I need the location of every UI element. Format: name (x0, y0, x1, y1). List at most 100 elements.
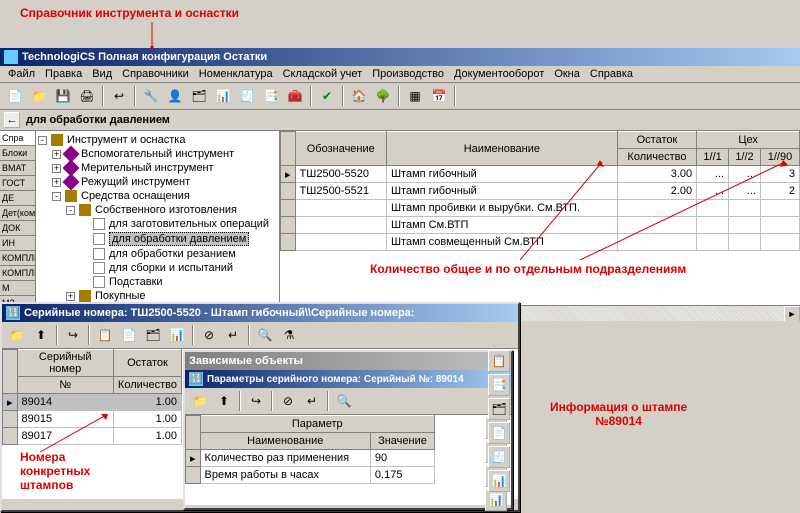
col-param[interactable]: Параметр (200, 416, 434, 433)
col-sqty[interactable]: Количество (113, 377, 181, 394)
tree-item[interactable]: для обработки резанием (38, 247, 277, 261)
menu-windows[interactable]: Окна (554, 68, 580, 80)
menu-nom[interactable]: Номенклатура (199, 68, 273, 80)
side-tab-1[interactable]: Блоки (0, 146, 35, 161)
s-up-icon[interactable]: ⬆ (30, 324, 52, 346)
new-icon[interactable]: 📄 (4, 85, 26, 107)
arrow-qty (520, 160, 790, 260)
tool6-icon[interactable]: 📑 (260, 85, 282, 107)
side-tab-7[interactable]: ИН (0, 236, 35, 251)
tree-item[interactable]: +Покупные (38, 289, 277, 303)
menu-edit[interactable]: Правка (45, 68, 82, 80)
col-sn[interactable]: Серийный номер (17, 350, 113, 377)
menu-file[interactable]: Файл (8, 68, 35, 80)
tree-item[interactable]: для заготовительных операций (38, 217, 277, 231)
col-ceh[interactable]: Цех (697, 132, 800, 149)
tree-icon[interactable]: 🌳 (372, 85, 394, 107)
table-row[interactable]: Время работы в часах0.175 (186, 467, 435, 484)
tree-item[interactable]: Подставки (38, 275, 277, 289)
sv-btn-4-icon[interactable]: 📄 (488, 422, 510, 444)
tree-item-selected[interactable]: для обработки давлением (38, 231, 277, 247)
s-t2-icon[interactable]: 📄 (118, 324, 140, 346)
d-up-icon[interactable]: ⬆ (213, 390, 235, 412)
menu-doc[interactable]: Документооборот (454, 68, 544, 80)
col-ost[interactable]: Остаток (617, 132, 696, 149)
d-apply-icon[interactable]: ↵ (301, 390, 323, 412)
side-tab-6[interactable]: ДОК (0, 221, 35, 236)
menu-help[interactable]: Справка (590, 68, 633, 80)
side-tab-2[interactable]: ВМАТ (0, 161, 35, 176)
sv-btn-5-icon[interactable]: 🧾 (488, 446, 510, 468)
tree-item[interactable]: -Средства оснащения (38, 189, 277, 203)
dep-title: Зависимые объекты (189, 355, 303, 367)
grid-icon[interactable]: ▦ (404, 85, 426, 107)
tool2-icon[interactable]: 👤 (164, 85, 186, 107)
col-pval[interactable]: Значение (370, 433, 434, 450)
side-tab-4[interactable]: ДЕ (0, 191, 35, 206)
tree-item[interactable]: -Собственного изготовления (38, 203, 277, 217)
dep-titlebar[interactable]: Зависимые объекты (185, 352, 511, 370)
s-t1-icon[interactable]: 📋 (94, 324, 116, 346)
side-tab-8[interactable]: КОМПЛЕ (0, 251, 35, 266)
col-sost[interactable]: Остаток (113, 350, 181, 377)
house-icon[interactable]: 🏠 (348, 85, 370, 107)
s-t4-icon[interactable]: 📊 (166, 324, 188, 346)
dep-subtitle: Параметры серийного номера: Серийный №: … (207, 374, 464, 385)
side-tab-0[interactable]: Спра (0, 131, 35, 146)
tool4-icon[interactable]: 📊 (212, 85, 234, 107)
menu-view[interactable]: Вид (92, 68, 112, 80)
tool5-icon[interactable]: 🧾 (236, 85, 258, 107)
dep-window: Зависимые объекты 🔢 Параметры серийного … (183, 350, 513, 510)
table-row[interactable]: ▸Количество раз применения90 (186, 450, 435, 467)
side-tab-10[interactable]: М (0, 281, 35, 296)
menu-ref[interactable]: Справочники (122, 68, 189, 80)
s-cancel-icon[interactable]: ⊘ (198, 324, 220, 346)
menubar: Файл Правка Вид Справочники Номенклатура… (0, 66, 800, 83)
tool7-icon[interactable]: 🧰 (284, 85, 306, 107)
col-obz[interactable]: Обозначение (295, 132, 386, 166)
col-no[interactable]: № (17, 377, 113, 394)
open-icon[interactable]: 📁 (28, 85, 50, 107)
d-open-icon[interactable]: 📁 (189, 390, 211, 412)
d-find-icon[interactable]: 🔍 (333, 390, 355, 412)
sv-btn-2-icon[interactable]: 📑 (488, 374, 510, 396)
cut-icon[interactable]: ↩ (108, 85, 130, 107)
tree-item[interactable]: +Режущий инструмент (38, 175, 277, 189)
menu-prod[interactable]: Производство (372, 68, 444, 80)
s-arr-icon[interactable]: ↪ (62, 324, 84, 346)
s-find-icon[interactable]: 🔍 (254, 324, 276, 346)
check-icon[interactable]: ✔ (316, 85, 338, 107)
pathbar: ← для обработки давлением (0, 110, 800, 131)
dep-icon: 🔢 (189, 372, 203, 386)
serial-titlebar: 🔢 Серийные номера: ТШ2500-5520 - Штамп г… (2, 304, 518, 322)
tree-item[interactable]: +Мерительный инструмент (38, 161, 277, 175)
save-icon[interactable]: 💾 (52, 85, 74, 107)
tree-item[interactable]: +Вспомогательный инструмент (38, 147, 277, 161)
d-arr-icon[interactable]: ↪ (245, 390, 267, 412)
side-tab-9[interactable]: КОМПЛЕ (0, 266, 35, 281)
s-filter-icon[interactable]: ⚗ (278, 324, 300, 346)
tree-root[interactable]: -Инструмент и оснастка (38, 133, 277, 147)
col-pname[interactable]: Наименование (200, 433, 370, 450)
tree-item[interactable]: для сборки и испытаний (38, 261, 277, 275)
sv-btn-1-icon[interactable]: 📋 (488, 350, 510, 372)
annotation-top: Справочник инструмента и оснастки (20, 6, 239, 20)
side-tab-3[interactable]: ГОСТ (0, 176, 35, 191)
tool1-icon[interactable]: 🔧 (140, 85, 162, 107)
v-btn-4-icon[interactable]: 📊 (485, 489, 507, 511)
print-icon[interactable]: 🖨 (76, 85, 98, 107)
side-tab-5[interactable]: Дет(ком) (0, 206, 35, 221)
cal-icon[interactable]: 📅 (428, 85, 450, 107)
s-apply-icon[interactable]: ↵ (222, 324, 244, 346)
annotation-bottom-left: Номера конкретных штампов (20, 450, 90, 492)
tool3-icon[interactable]: 🗂 (188, 85, 210, 107)
d-cancel-icon[interactable]: ⊘ (277, 390, 299, 412)
pathbar-close-icon[interactable]: ← (4, 112, 20, 128)
main-title: TechnologiCS Полная конфигурация Остатки (22, 51, 267, 63)
menu-stock[interactable]: Складской учет (283, 68, 363, 80)
sv-btn-3-icon[interactable]: 🗂 (488, 398, 510, 420)
table-row[interactable]: ▸890141.00 (3, 394, 182, 411)
sv-btn-6-icon[interactable]: 📊 (488, 470, 510, 492)
s-open-icon[interactable]: 📁 (6, 324, 28, 346)
s-t3-icon[interactable]: 🗂 (142, 324, 164, 346)
